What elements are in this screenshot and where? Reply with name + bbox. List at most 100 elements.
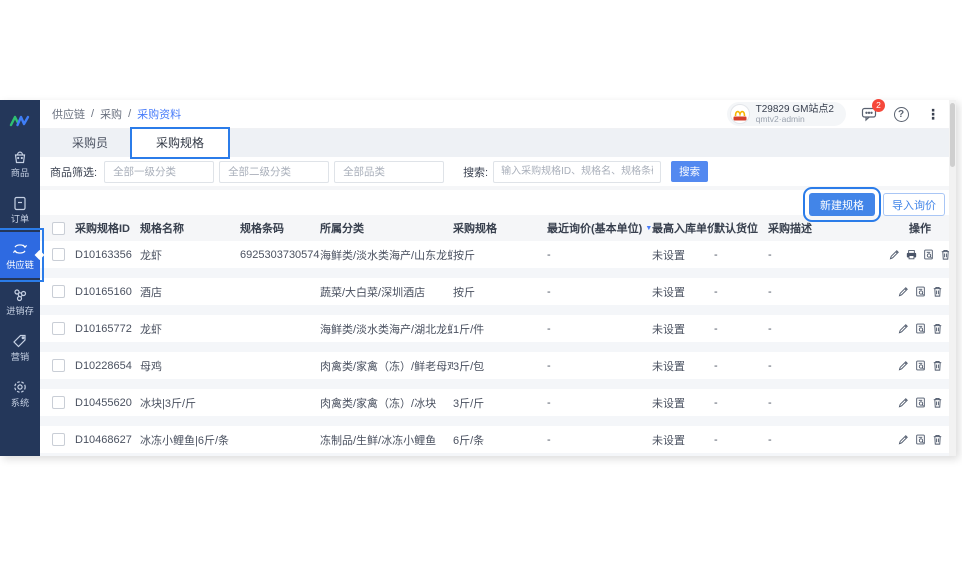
delete-icon[interactable]	[931, 433, 944, 446]
category2-select[interactable]: 全部二级分类	[219, 161, 329, 183]
delete-icon[interactable]	[931, 322, 944, 335]
col-barcode: 规格条码	[240, 220, 320, 236]
tab-bar: 采购员 采购规格	[40, 129, 956, 157]
col-recent-quote[interactable]: 最近询价(基本单位) ▼	[547, 220, 652, 236]
message-badge: 2	[872, 99, 885, 112]
sidebar-item-label: 商品	[11, 168, 29, 178]
app-window: 商品 订单 供应链 进销存	[0, 100, 956, 456]
col-max-price: 最高入库单价	[652, 220, 714, 236]
table-row: D10165160 酒店 蔬菜/大白菜/深圳酒店 按斤 - 未设置 - -	[40, 278, 956, 315]
inquiry-icon[interactable]	[922, 248, 935, 261]
sidebar-item-marketing[interactable]: 营销	[0, 324, 40, 370]
scrollbar-thumb[interactable]	[950, 103, 955, 167]
vertical-scrollbar[interactable]	[949, 100, 956, 456]
category3-select[interactable]: 全部品类	[334, 161, 444, 183]
top-bar: 供应链 / 采购 / 采购资料	[40, 100, 956, 129]
cell-spec: 3斤/包	[453, 358, 547, 374]
table-row: D10455620 冰块|3斤/斤 肉禽类/家禽（冻）/冰块 3斤/斤 - 未设…	[40, 389, 956, 426]
sidebar-item-orders[interactable]: 订单	[0, 186, 40, 232]
cell-spec-name: 冰块|3斤/斤	[140, 395, 240, 411]
messages-button[interactable]: 2	[860, 105, 878, 123]
search-input[interactable]	[493, 161, 661, 183]
sidebar-item-label: 系统	[11, 398, 29, 408]
row-checkbox[interactable]	[52, 396, 65, 409]
tab-purchase-spec[interactable]: 采购规格	[132, 129, 228, 157]
cell-actions	[890, 396, 950, 409]
cell-spec-name: 龙虾	[140, 247, 240, 263]
delete-icon[interactable]	[931, 359, 944, 372]
cell-actions	[890, 322, 950, 335]
sidebar-item-inventory[interactable]: 进销存	[0, 278, 40, 324]
edit-icon[interactable]	[897, 322, 910, 335]
cell-purchase-desc: -	[768, 323, 890, 335]
col-category: 所属分类	[320, 220, 453, 236]
cell-max-price: 未设置	[652, 395, 714, 411]
cell-category: 海鲜类/淡水类海产/湖北龙虾	[320, 321, 453, 337]
cell-category: 冻制品/生鲜/冰冻小鲤鱼	[320, 432, 453, 448]
tab-purchaser[interactable]: 采购员	[48, 129, 132, 157]
cell-recent-quote: -	[547, 397, 652, 409]
user-info: T29829 GM站点2 qmtv2·admin	[756, 104, 834, 124]
user-menu[interactable]: T29829 GM站点2 qmtv2·admin	[727, 102, 846, 126]
inquiry-icon[interactable]	[914, 396, 927, 409]
inquiry-icon[interactable]	[914, 322, 927, 335]
cell-spec-id: D10228654	[75, 360, 140, 372]
app-logo[interactable]	[0, 100, 40, 140]
print-icon[interactable]	[905, 248, 918, 261]
help-button[interactable]: ?	[892, 105, 910, 123]
edit-icon[interactable]	[897, 359, 910, 372]
row-checkbox[interactable]	[52, 322, 65, 335]
sort-desc-icon[interactable]: ▼	[645, 225, 652, 232]
row-checkbox[interactable]	[52, 433, 65, 446]
row-checkbox[interactable]	[52, 248, 65, 261]
cell-recent-quote: -	[547, 360, 652, 372]
category1-select[interactable]: 全部一级分类	[104, 161, 214, 183]
table-row: D10228654 母鸡 肉禽类/家禽（冻）/鲜老母鸡 3斤/包 - 未设置 -…	[40, 352, 956, 389]
spec-table: 采购规格ID 规格名称 规格条码 所属分类 采购规格 最近询价(基本单位) ▼ …	[40, 215, 956, 456]
avatar-logo-icon	[731, 105, 749, 123]
cell-default-slot: -	[714, 323, 768, 335]
search-button[interactable]: 搜索	[671, 161, 708, 182]
brand-logo-icon	[8, 113, 32, 128]
select-all-checkbox[interactable]	[52, 222, 65, 235]
breadcrumb-item-current: 采购资料	[137, 106, 181, 122]
delete-icon[interactable]	[931, 396, 944, 409]
edit-icon[interactable]	[888, 248, 901, 261]
cell-category: 蔬菜/大白菜/深圳酒店	[320, 284, 453, 300]
breadcrumb-item[interactable]: 采购	[100, 106, 122, 122]
breadcrumb-item[interactable]: 供应链	[52, 106, 85, 122]
cell-recent-quote: -	[547, 434, 652, 446]
col-recent-quote-label: 最近询价(基本单位)	[547, 220, 642, 236]
sidebar-item-label: 进销存	[6, 306, 34, 316]
edit-icon[interactable]	[897, 285, 910, 298]
inquiry-icon[interactable]	[914, 359, 927, 372]
table-row: D10165772 龙虾 海鲜类/淡水类海产/湖北龙虾 1斤/件 - 未设置 -…	[40, 315, 956, 352]
new-spec-button[interactable]: 新建规格	[809, 193, 875, 216]
cell-spec-id: D10468627	[75, 434, 140, 446]
sidebar-item-label: 营销	[11, 352, 29, 362]
cell-recent-quote: -	[547, 249, 652, 261]
cell-category: 肉禽类/家禽（冻）/鲜老母鸡	[320, 358, 453, 374]
more-button[interactable]: ⋮	[924, 105, 942, 123]
cell-max-price: 未设置	[652, 432, 714, 448]
avatar	[730, 104, 750, 124]
toolbar-buttons: 新建规格 导入询价	[809, 193, 945, 216]
import-inquiry-button[interactable]: 导入询价	[883, 193, 945, 216]
delete-icon[interactable]	[931, 285, 944, 298]
row-checkbox[interactable]	[52, 359, 65, 372]
table-row: D10468627 冰冻小鲤鱼|6斤/条 冻制品/生鲜/冰冻小鲤鱼 6斤/条 -…	[40, 426, 956, 456]
inquiry-icon[interactable]	[914, 433, 927, 446]
col-actions: 操作	[890, 220, 950, 236]
edit-icon[interactable]	[897, 433, 910, 446]
edit-icon[interactable]	[897, 396, 910, 409]
inquiry-icon[interactable]	[914, 285, 927, 298]
table-header: 采购规格ID 规格名称 规格条码 所属分类 采购规格 最近询价(基本单位) ▼ …	[40, 215, 956, 241]
breadcrumb: 供应链 / 采购 / 采购资料	[52, 106, 181, 122]
cell-recent-quote: -	[547, 323, 652, 335]
sidebar-item-goods[interactable]: 商品	[0, 140, 40, 186]
sidebar-item-system[interactable]: 系统	[0, 370, 40, 416]
sidebar-item-supply-chain[interactable]: 供应链	[0, 232, 40, 278]
cell-purchase-desc: -	[768, 397, 890, 409]
row-checkbox[interactable]	[52, 285, 65, 298]
kebab-icon: ⋮	[926, 106, 940, 123]
